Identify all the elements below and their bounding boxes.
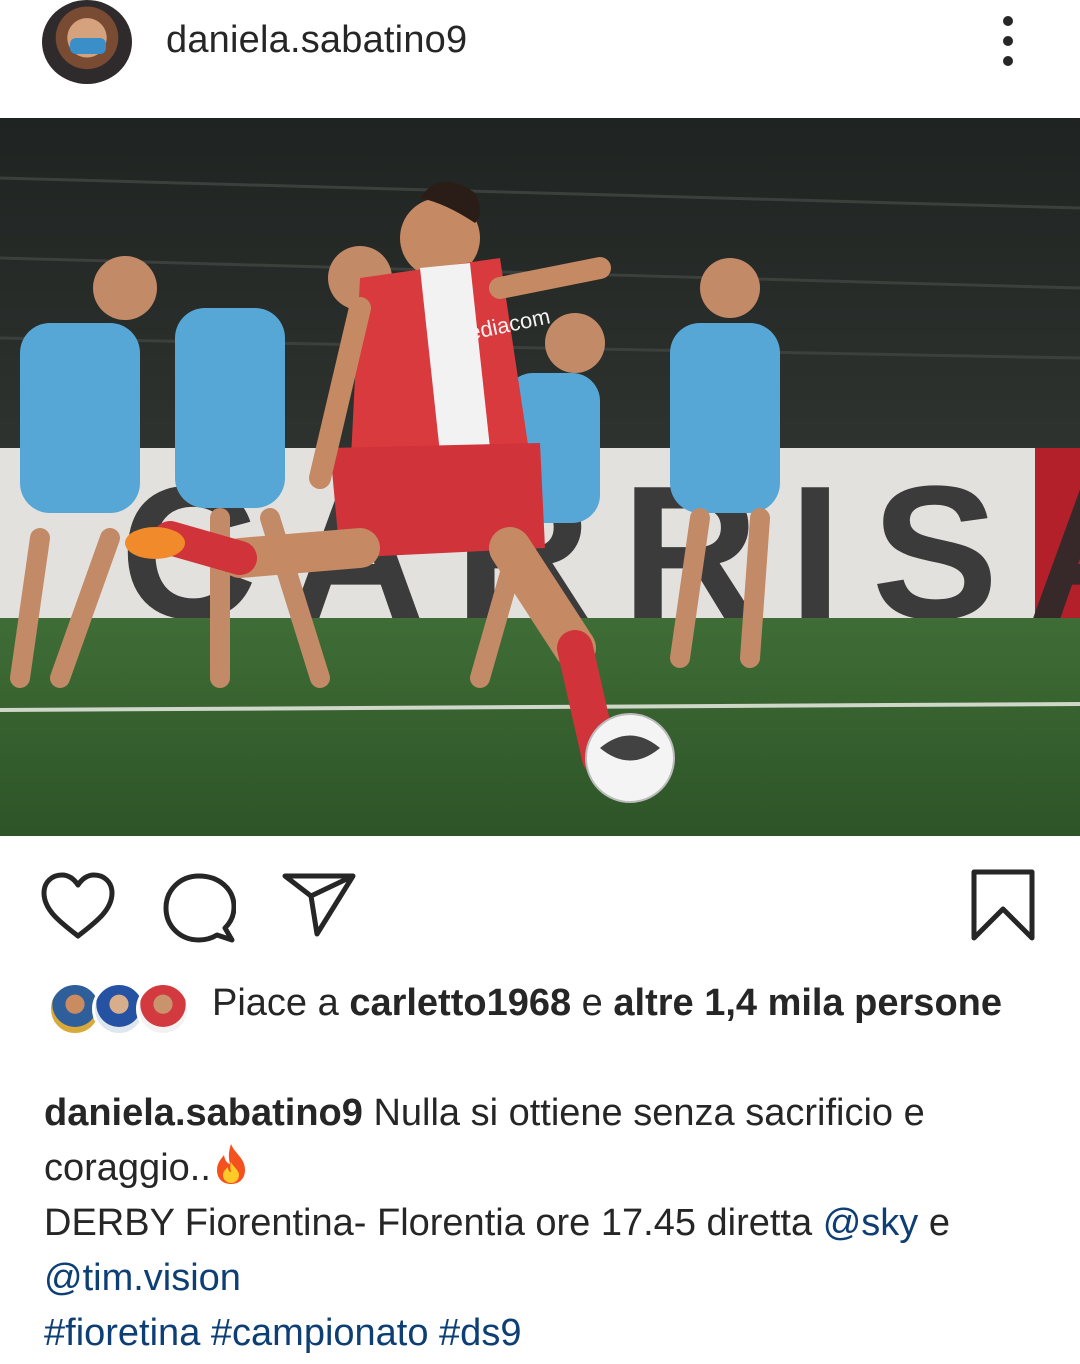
likes-connector: e: [571, 982, 614, 1024]
post-photo[interactable]: CARRISA: [0, 118, 1080, 836]
likes-summary[interactable]: Piace a carletto1968 e altre 1,4 mila pe…: [212, 978, 1032, 1028]
instagram-post: daniela.sabatino9 CARRIS Mediacom Piace …: [0, 0, 1080, 1364]
football-penalty-photo: CARRISA: [0, 118, 1080, 836]
hashtag-campionato[interactable]: #campionato: [211, 1312, 429, 1354]
post-caption: daniela.sabatino9 Nulla si ottiene senza…: [44, 1086, 1044, 1361]
more-dot: [1003, 16, 1013, 26]
likes-first-user[interactable]: carletto1968: [349, 982, 571, 1024]
hashtag-ds9[interactable]: #ds9: [439, 1312, 521, 1354]
caption-username[interactable]: daniela.sabatino9: [44, 1092, 363, 1134]
mention-sky[interactable]: @sky: [823, 1202, 919, 1244]
mention-timvision[interactable]: @tim.vision: [44, 1257, 241, 1299]
comment-icon[interactable]: [162, 872, 237, 949]
post-header: daniela.sabatino9: [0, 0, 1080, 118]
profile-avatar[interactable]: [42, 0, 132, 84]
more-options-icon[interactable]: [990, 14, 1026, 68]
bookmark-icon[interactable]: [970, 868, 1036, 947]
post-username[interactable]: daniela.sabatino9: [166, 18, 467, 62]
liker-avatar: [136, 982, 190, 1036]
caption-text-between: e: [918, 1202, 950, 1244]
likes-others[interactable]: altre 1,4 mila persone: [613, 982, 1002, 1024]
caption-text-line2: DERBY Fiorentina- Florentia ore 17.45 di…: [44, 1202, 823, 1244]
more-dot: [1003, 36, 1013, 46]
likes-prefix: Piace a: [212, 982, 350, 1024]
more-dot: [1003, 56, 1013, 66]
send-icon[interactable]: [282, 872, 356, 943]
post-actions: [0, 836, 1080, 966]
hashtag-fioretina[interactable]: #fioretina: [44, 1312, 200, 1354]
liker-avatars[interactable]: [48, 982, 190, 1038]
heart-icon[interactable]: [40, 872, 116, 947]
fire-emoji-icon: [211, 1142, 251, 1186]
